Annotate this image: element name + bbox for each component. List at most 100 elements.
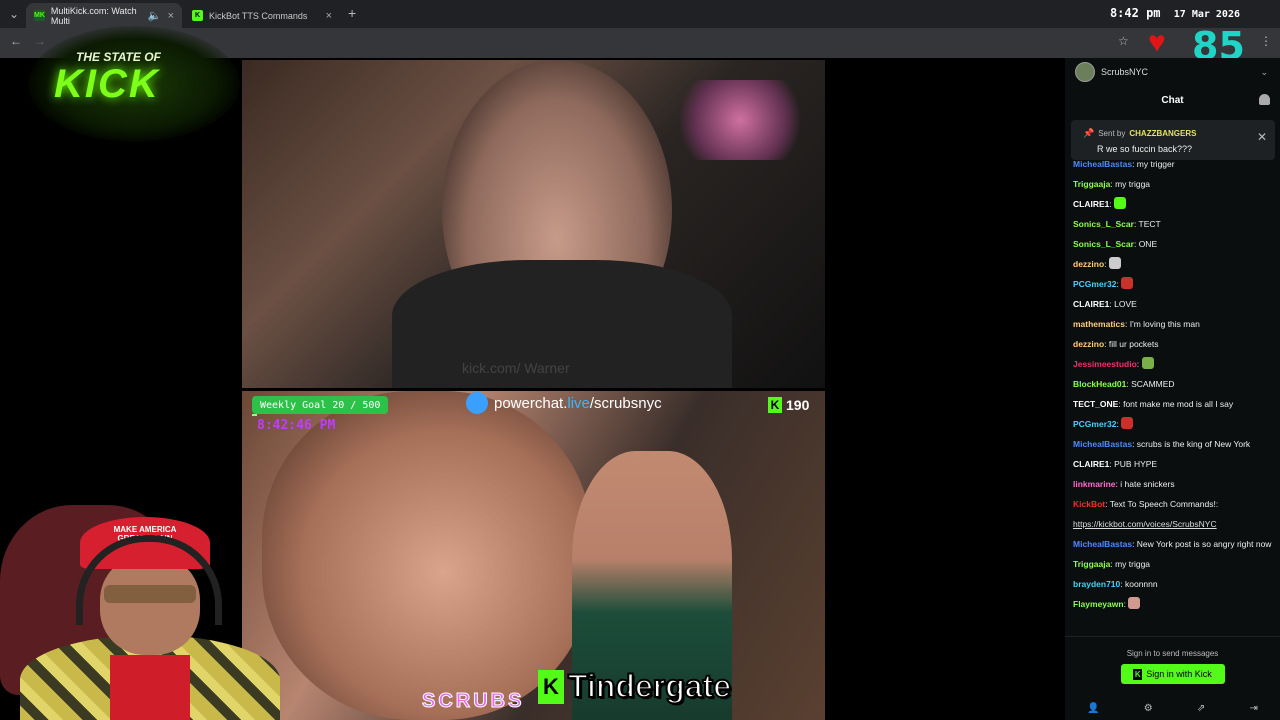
chat-message: Triggaaja: my trigga <box>1073 554 1273 574</box>
chat-username[interactable]: PCGmer32 <box>1073 419 1116 429</box>
chat-username[interactable]: dezzino <box>1073 259 1104 269</box>
pinned-sent-by: Sent by <box>1098 129 1126 138</box>
chat-footer-toolbar: 👤 ⚙ ⇗ ⇥ <box>1065 703 1280 714</box>
tab-kickbot[interactable]: K KickBot TTS Commands × <box>184 3 340 28</box>
chat-username[interactable]: Sonics_L_Scar <box>1073 219 1134 229</box>
chevron-down-icon[interactable]: ⌄ <box>1260 67 1268 78</box>
chat-username[interactable]: Sonics_L_Scar <box>1073 239 1134 249</box>
chat-text: PUB HYPE <box>1114 459 1158 469</box>
add-user-icon[interactable]: 👤 <box>1087 703 1099 714</box>
chat-username[interactable]: TECT_ONE <box>1073 399 1118 409</box>
scrubs-overlay-text: SCRUBS <box>421 690 525 713</box>
pinned-text: R we so fuccin back??? <box>1097 144 1193 154</box>
chat-text: i hate snickers <box>1120 479 1175 489</box>
close-tab-icon[interactable]: × <box>326 10 332 22</box>
chat-text: fill ur pockets <box>1108 339 1159 349</box>
chat-message: mathematics: I'm loving this man <box>1073 314 1273 334</box>
channel-header[interactable]: ScrubsNYC ⌄ <box>1065 58 1280 86</box>
chat-message: Flaymeyawn: <box>1073 594 1273 614</box>
video-watermark: kick.com/ Warner <box>462 360 570 376</box>
pin-icon: 📌 <box>1083 128 1095 138</box>
chat-message: BlockHead01: SCAMMED <box>1073 374 1273 394</box>
chat-text: LOVE <box>1114 299 1137 309</box>
chat-username[interactable]: CLAIRE1 <box>1073 299 1109 309</box>
chat-username[interactable]: CLAIRE1 <box>1073 199 1109 209</box>
collapse-chat-icon[interactable]: ⇥ <box>1249 703 1257 714</box>
chat-link[interactable]: https://kickbot.com/voices/ScrubsNYC <box>1073 519 1217 529</box>
close-tab-icon[interactable]: × <box>168 10 174 22</box>
subtitle-word: Tindergate <box>567 667 732 705</box>
chat-username[interactable]: KickBot <box>1073 499 1105 509</box>
red-shirt <box>110 655 190 720</box>
chat-message: brayden710: koonnnn <box>1073 574 1273 594</box>
chat-username[interactable]: linkmarine <box>1073 479 1116 489</box>
chat-username[interactable]: MichealBastas <box>1073 539 1132 549</box>
chat-text: Text To Speech Commands!: <box>1109 499 1219 509</box>
chat-message-list: MichealBastas: my trigger Triggaaja: my t… <box>1073 154 1273 614</box>
users-icon[interactable] <box>1259 94 1270 105</box>
chat-username[interactable]: BlockHead01 <box>1073 379 1126 389</box>
chat-username[interactable]: PCGmer32 <box>1073 279 1116 289</box>
chat-text: scrubs is the king of New York <box>1136 439 1251 449</box>
chat-text: SCAMMED <box>1131 379 1175 389</box>
browser-menu-icon[interactable]: ⋮ <box>1260 34 1272 48</box>
tab-label: MultiKick.com: Watch Multi <box>50 5 137 26</box>
chat-title: Chat <box>1161 94 1184 106</box>
chat-message: PCGmer32: <box>1073 414 1273 434</box>
powerchat-prefix: powerchat. <box>494 394 568 412</box>
clock: 8:42 pm 17 Mar 2026 <box>1110 6 1240 20</box>
kick-icon: K <box>768 397 782 413</box>
kick-logo-icon: K <box>538 669 564 704</box>
chat-message: TECT_ONE: font make me mod is all I say <box>1073 394 1273 414</box>
subtitle-caption: K Tindergate <box>538 667 732 705</box>
chat-emote-icon <box>1121 417 1134 429</box>
close-icon[interactable]: ✕ <box>1257 130 1267 144</box>
chat-emote-icon <box>1121 277 1134 289</box>
chat-username[interactable]: MichealBastas <box>1073 159 1132 169</box>
chat-username[interactable]: Jessimeestudio <box>1073 359 1137 369</box>
pinned-user: CHAZZBANGERS <box>1129 129 1197 138</box>
video-player-top[interactable]: kick.com/ Warner <box>242 60 825 388</box>
chat-message: linkmarine: i hate snickers <box>1073 474 1273 494</box>
back-arrow-icon[interactable]: ← <box>10 34 22 48</box>
popout-icon[interactable]: ⇗ <box>1197 703 1205 714</box>
chat-text: koonnnn <box>1124 579 1158 589</box>
signin-with-kick-button[interactable]: K Sign in with Kick <box>1120 664 1225 684</box>
chat-emote-icon <box>1114 197 1127 209</box>
forward-arrow-icon[interactable]: → <box>34 34 46 48</box>
settings-gear-icon[interactable]: ⚙ <box>1144 703 1153 714</box>
tab-multikick[interactable]: MK MultiKick.com: Watch Multi 🔈 × <box>26 3 182 28</box>
chat-text: my trigga <box>1115 179 1151 189</box>
logo-line2: KICK <box>54 62 160 106</box>
signin-prompt: Sign in to send messages <box>1126 649 1219 658</box>
chat-username[interactable]: CLAIRE1 <box>1073 459 1109 469</box>
chat-emote-icon <box>1128 597 1141 609</box>
tab-search-icon[interactable]: ⌄ <box>9 7 19 21</box>
kickbot-favicon-icon: K <box>192 10 203 21</box>
chat-username[interactable]: MichealBastas <box>1073 439 1132 449</box>
chat-username[interactable]: brayden710 <box>1073 579 1120 589</box>
new-tab-button[interactable]: + <box>348 5 356 21</box>
kick-follower-count: K 190 <box>768 397 809 413</box>
video-player-bottom[interactable] <box>242 391 825 720</box>
chat-text: my trigga <box>1115 559 1151 569</box>
chat-message: https://kickbot.com/voices/ScrubsNYC <box>1073 514 1273 534</box>
chat-message: CLAIRE1: PUB HYPE <box>1073 454 1273 474</box>
tab-label: KickBot TTS Commands <box>209 10 308 21</box>
chat-message: Sonics_L_Scar: ONE <box>1073 234 1273 254</box>
chat-username[interactable]: Triggaaja <box>1073 179 1110 189</box>
channel-avatar <box>1075 62 1095 82</box>
chat-message: PCGmer32: <box>1073 274 1273 294</box>
channel-name: ScrubsNYC <box>1101 67 1149 77</box>
weekly-goal-progress <box>252 414 257 416</box>
browser-tab-bar: ⌄ MK MultiKick.com: Watch Multi 🔈 × K Ki… <box>0 0 1280 28</box>
kick-count-value: 190 <box>786 397 810 413</box>
chat-username[interactable]: Triggaaja <box>1073 559 1110 569</box>
chat-username[interactable]: Flaymeyawn <box>1073 599 1124 609</box>
mute-icon[interactable]: 🔈 <box>148 9 162 22</box>
chat-username[interactable]: mathematics <box>1073 319 1125 329</box>
bookmark-star-icon[interactable]: ☆ <box>1118 34 1129 48</box>
chat-username[interactable]: dezzino <box>1073 339 1104 349</box>
chat-panel: ScrubsNYC ⌄ Chat MichealBastas: my trigg… <box>1065 58 1280 720</box>
streamer-webcam: MAKE AMERICA GREAT AGAIN <box>0 505 285 720</box>
